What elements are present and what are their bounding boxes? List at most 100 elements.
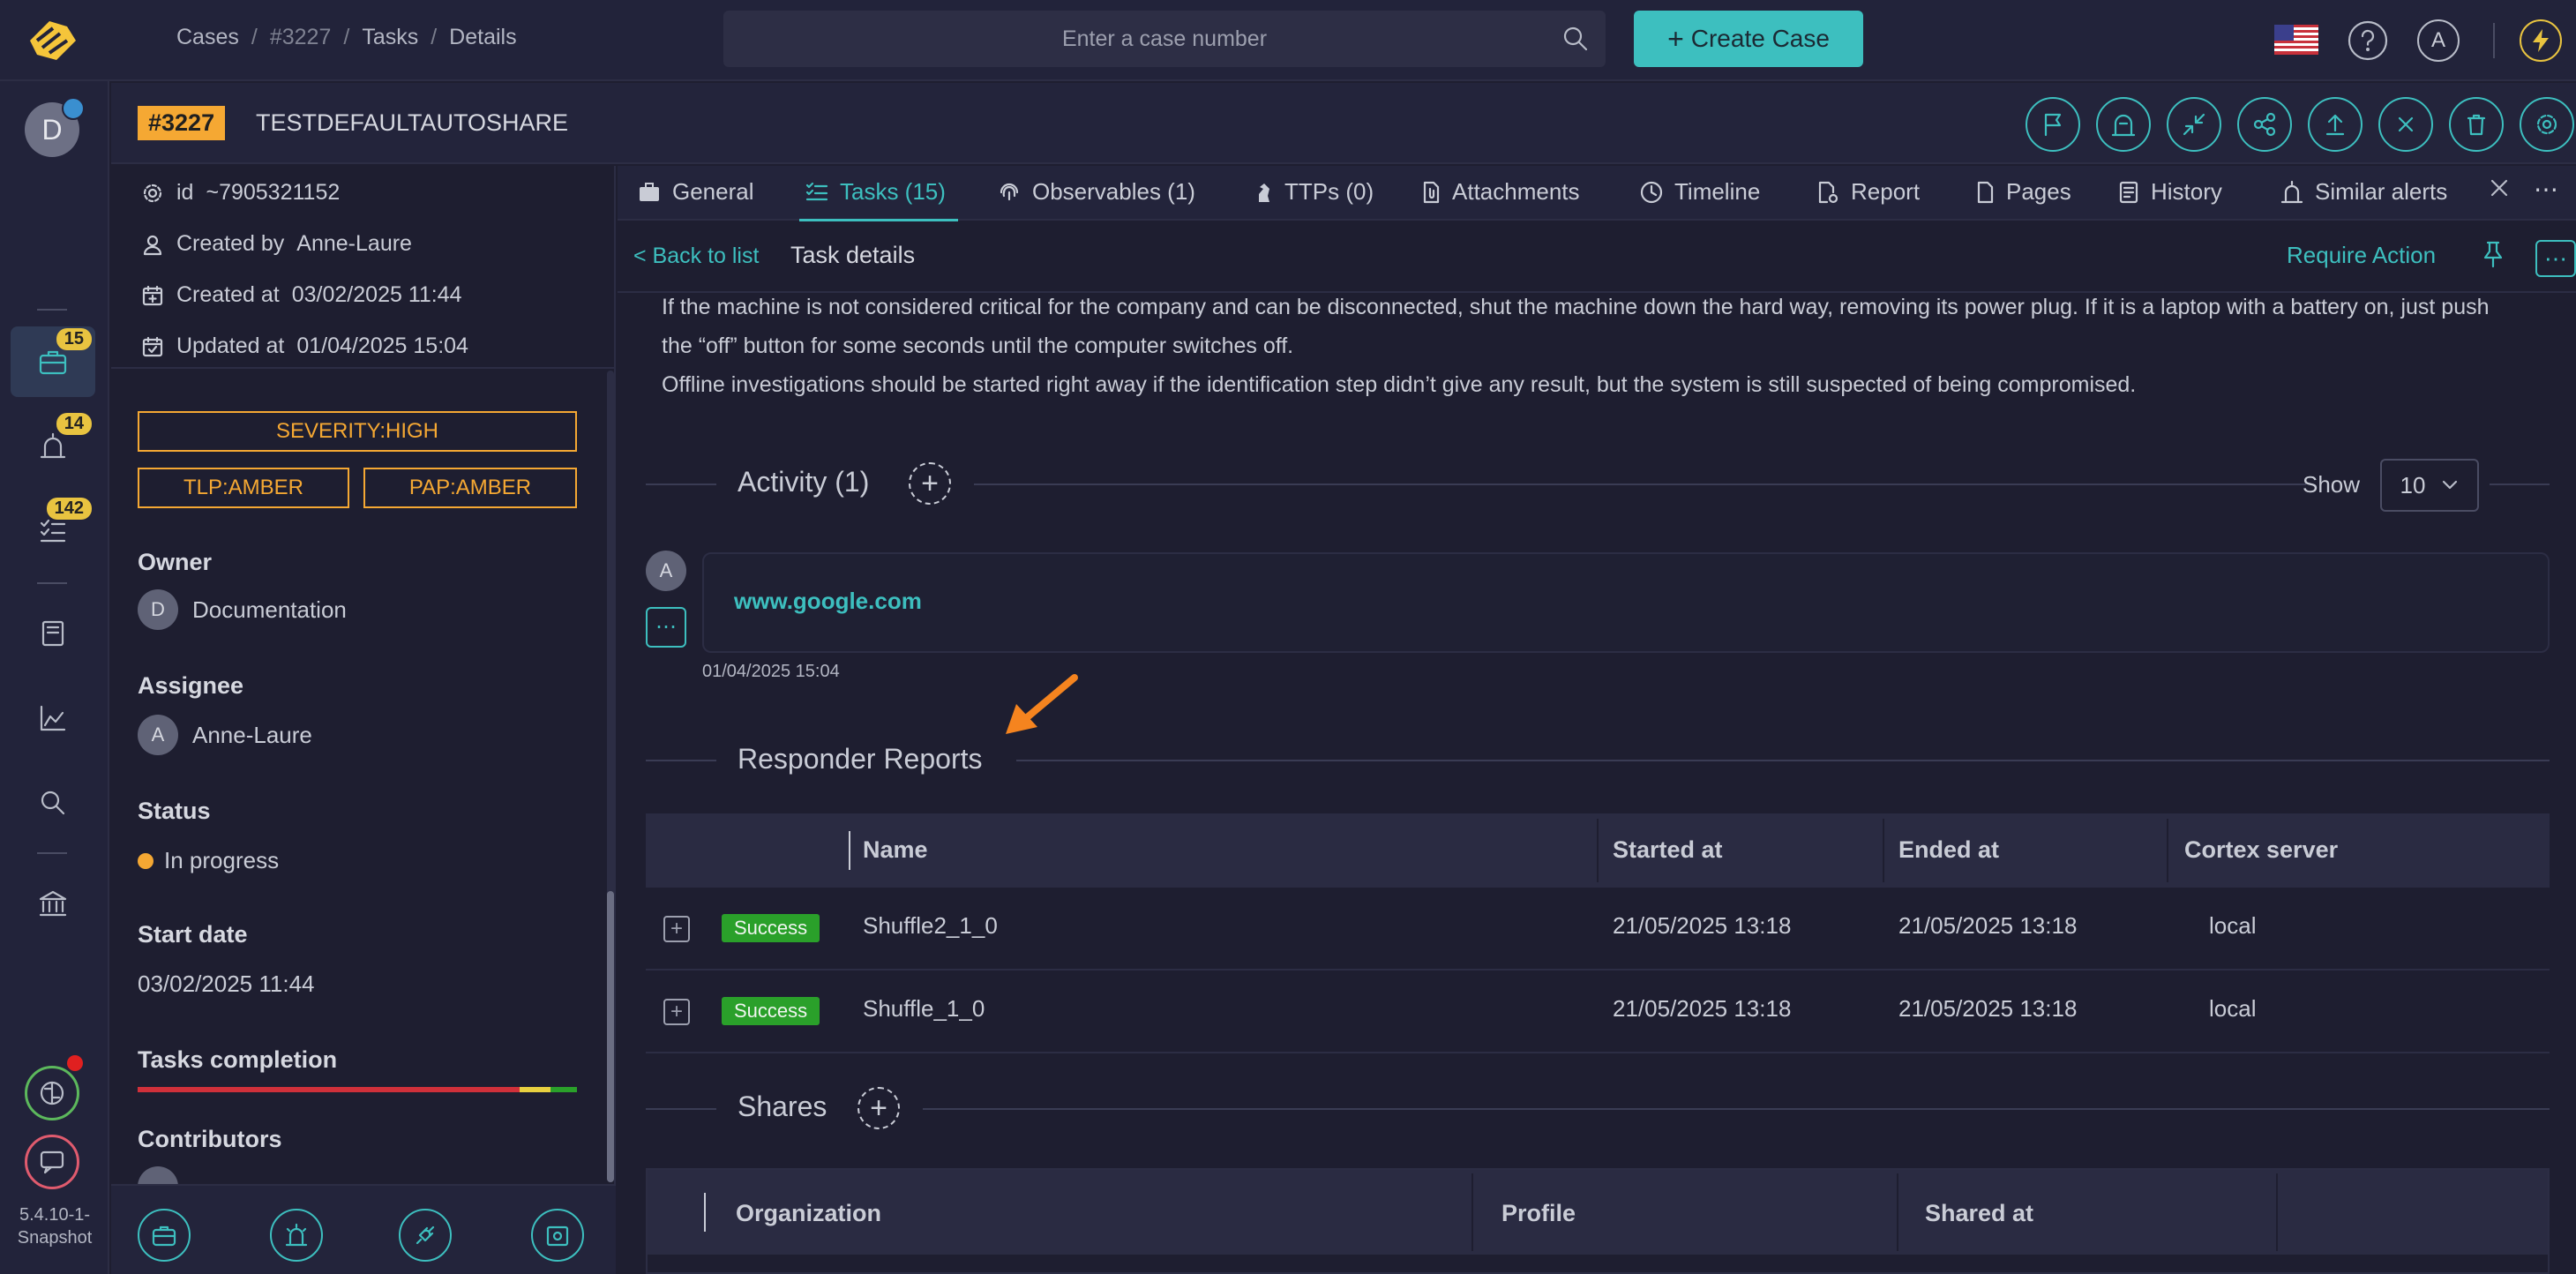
tab-report[interactable]: Report [1816,178,1920,206]
responder-ended-at: 21/05/2025 13:18 [1898,912,2078,939]
column-header-started-at[interactable]: Started at [1613,836,1723,864]
updated-at: Updated at 01/04/2025 15:04 [141,333,468,359]
gear-box-icon [546,1225,569,1247]
nav-organisation[interactable] [11,868,95,939]
thehive-logo-icon[interactable] [23,14,81,67]
more-tabs-icon[interactable]: ⋯ [2534,175,2558,204]
share-case-button[interactable] [2237,97,2292,152]
footer-settings-button[interactable] [531,1209,584,1262]
assignee-avatar: A [138,715,178,755]
owner[interactable]: D Documentation [138,589,347,630]
assignee-name: Anne-Laure [192,721,312,748]
nav-search[interactable] [11,768,95,838]
assignee[interactable]: A Anne-Laure [138,715,312,755]
column-header-organization[interactable]: Organization [736,1200,881,1227]
activity-link[interactable]: www.google.com [734,588,922,615]
footer-alerts-button[interactable] [270,1209,323,1262]
plus-icon: + [921,467,939,500]
divider [646,760,716,761]
close-tab-icon[interactable] [2488,176,2511,199]
tab-similar-alerts[interactable]: Similar alerts [2280,178,2447,206]
activity-timestamp: 01/04/2025 15:04 [702,662,840,681]
breadcrumb-case-number[interactable]: #3227 [270,25,332,50]
nav-alerts[interactable]: 14 [11,411,95,482]
column-header-shared-at[interactable]: Shared at [1925,1200,2033,1227]
responder-ended-at: 21/05/2025 13:18 [1898,995,2078,1022]
fingerprint-icon [1000,183,1019,200]
divider [646,969,2550,970]
id-value: ~7905321152 [206,180,341,205]
show-label: Show [2303,471,2361,498]
chess-icon [1259,183,1269,202]
activity-more-button[interactable]: ⋯ [646,607,686,648]
tab-pages[interactable]: Pages [1974,178,2071,206]
column-header-cortex-server[interactable]: Cortex server [2184,836,2338,864]
export-case-button[interactable] [2308,97,2363,152]
page-icon [1977,181,1994,203]
flag-case-button[interactable] [2026,97,2080,152]
cortex-status-button[interactable] [25,1066,79,1120]
tab-attachments[interactable]: Attachments [1420,178,1580,206]
search-input[interactable] [723,11,1606,67]
ellipsis-icon: ⋯ [655,615,677,639]
tab-history[interactable]: History [2117,178,2222,206]
run-responders-button[interactable] [2096,97,2151,152]
nav-dashboards[interactable] [11,683,95,753]
divider [2493,23,2495,58]
column-divider [1883,819,1884,882]
file-clip-icon [1423,181,1440,203]
user-avatar[interactable]: A [2417,19,2460,62]
breadcrumb-cases[interactable]: Cases [176,25,239,50]
require-action-button[interactable]: Require Action [2287,242,2436,269]
status-value: In progress [164,847,280,873]
column-divider [1471,1173,1473,1251]
tasks-icon [805,182,828,200]
task-more-button[interactable]: ⋯ [2535,240,2576,277]
add-activity-button[interactable]: + [909,462,951,505]
breadcrumb-tasks[interactable]: Tasks [362,25,418,50]
status-badge: Success [722,914,820,942]
us-flag-icon[interactable] [2274,25,2318,55]
pin-icon[interactable] [2477,238,2509,270]
create-case-button[interactable]: + Create Case [1634,11,1863,67]
chat-button[interactable] [25,1135,79,1189]
column-resize-handle[interactable] [704,1193,706,1232]
expand-row-button[interactable]: + [663,916,690,942]
column-header-name[interactable]: Name [863,836,928,864]
search-icon[interactable] [1561,25,1590,53]
briefcase-icon [152,1225,176,1247]
column-header-profile[interactable]: Profile [1501,1200,1576,1227]
nav-tasks[interactable]: 142 [11,496,95,566]
tab-observables[interactable]: Observables (1) [997,178,1195,206]
close-case-button[interactable] [2378,97,2433,152]
owner-label: Owner [138,549,213,575]
briefcase-icon [640,182,659,201]
tag-severity[interactable]: SEVERITY:HIGH [138,411,577,452]
column-header-ended-at[interactable]: Ended at [1898,836,1999,864]
status[interactable]: In progress [138,847,279,874]
merge-case-button[interactable] [2167,97,2221,152]
expand-row-button[interactable]: + [663,999,690,1025]
case-settings-button[interactable] [2520,97,2574,152]
tag-tlp[interactable]: TLP:AMBER [138,468,349,508]
tab-tasks[interactable]: Tasks (15) [805,178,946,206]
delete-case-button[interactable] [2449,97,2504,152]
tag-pap[interactable]: PAP:AMBER [363,468,577,508]
panel-scrollbar-thumb[interactable] [607,891,614,1182]
help-icon[interactable] [2347,19,2389,62]
status-badge: Success [722,997,820,1025]
footer-link-button[interactable] [399,1209,452,1262]
tab-ttps[interactable]: TTPs (0) [1253,178,1374,206]
page-size-select[interactable]: 10 [2380,459,2479,512]
column-resize-handle[interactable] [849,831,850,870]
bolt-icon[interactable] [2520,19,2562,62]
nav-knowledge-base[interactable] [11,598,95,669]
tab-timeline[interactable]: Timeline [1639,178,1760,206]
footer-case-button[interactable] [138,1209,191,1262]
tab-general[interactable]: General [637,178,754,206]
add-share-button[interactable]: + [857,1087,900,1129]
responder-server: local [2209,995,2257,1022]
back-to-list-link[interactable]: < Back to list [633,244,759,269]
nav-cases[interactable]: 15 [11,326,95,397]
sync-icon [62,97,85,120]
